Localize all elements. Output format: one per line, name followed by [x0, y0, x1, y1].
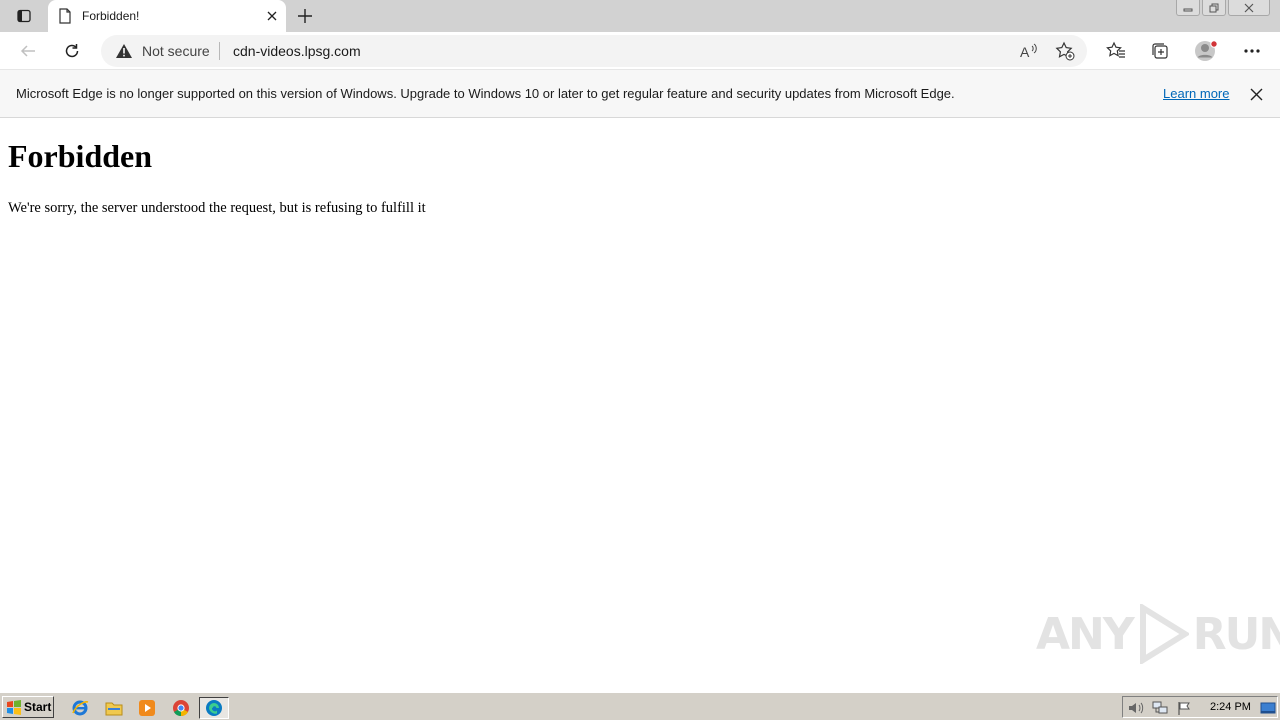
anyrun-watermark: ANY RUN — [1036, 604, 1280, 664]
close-icon — [267, 11, 277, 21]
url-text[interactable]: cdn-videos.lpsg.com — [233, 43, 361, 59]
minimize-icon — [1183, 8, 1193, 11]
action-center-flag-icon[interactable] — [1176, 700, 1192, 716]
tab-actions-icon — [17, 9, 31, 23]
collections-icon — [1152, 43, 1168, 59]
page-message: We're sorry, the server understood the r… — [8, 200, 426, 216]
tab-title: Forbidden! — [82, 9, 140, 23]
start-label: Start — [24, 700, 52, 714]
back-button[interactable] — [12, 35, 44, 67]
more-icon — [1244, 49, 1260, 53]
new-tab-button[interactable] — [292, 3, 318, 29]
clock: 2:24 PM — [1210, 701, 1251, 713]
address-bar[interactable]: Not secure cdn-videos.lpsg.com A — [101, 35, 1087, 67]
security-label[interactable]: Not secure — [142, 43, 210, 59]
chrome-icon[interactable] — [170, 697, 192, 719]
tab-forbidden[interactable]: Forbidden! — [48, 0, 286, 32]
add-favorite-icon[interactable] — [1053, 39, 1077, 63]
watermark-text-left: ANY — [1036, 608, 1135, 660]
browser-toolbar: Not secure cdn-videos.lpsg.com A — [0, 32, 1280, 70]
watermark-text-right: RUN — [1192, 608, 1280, 660]
favorites-button[interactable] — [1100, 35, 1132, 67]
windows-logo-icon — [7, 700, 21, 715]
read-aloud-icon[interactable]: A — [1017, 39, 1041, 63]
close-icon — [1244, 3, 1254, 12]
play-icon — [1139, 604, 1189, 664]
page-heading: Forbidden — [8, 138, 153, 174]
internet-explorer-icon[interactable] — [69, 697, 91, 719]
system-tray: 2:24 PM — [1122, 696, 1278, 718]
svg-text:A: A — [1020, 44, 1030, 59]
refresh-icon — [65, 44, 79, 58]
close-icon — [1250, 88, 1262, 100]
refresh-button[interactable] — [56, 35, 88, 67]
volume-icon[interactable] — [1128, 700, 1144, 716]
title-bar: Forbidden! — [0, 0, 1280, 32]
collections-button[interactable] — [1144, 35, 1176, 67]
taskbar: Start 2:24 PM — [0, 692, 1280, 720]
restore-button[interactable] — [1202, 0, 1226, 16]
folder-icon[interactable] — [103, 697, 125, 719]
start-button[interactable]: Start — [2, 696, 54, 718]
warning-icon[interactable] — [115, 43, 133, 63]
infobar-close-button[interactable] — [1245, 83, 1267, 105]
edge-icon[interactable] — [199, 697, 229, 719]
window-controls — [1176, 0, 1270, 16]
profile-button[interactable] — [1190, 35, 1222, 67]
tab-close-button[interactable] — [258, 2, 286, 30]
plus-icon — [298, 9, 312, 23]
address-divider — [219, 42, 220, 60]
learn-more-link[interactable]: Learn more — [1163, 86, 1229, 101]
unsupported-os-infobar: Microsoft Edge is no longer supported on… — [0, 70, 1280, 118]
page-icon — [59, 8, 71, 24]
infobar-message: Microsoft Edge is no longer supported on… — [16, 86, 955, 101]
tab-actions-button[interactable] — [8, 4, 40, 28]
favorites-icon — [1106, 41, 1125, 58]
back-arrow-icon — [20, 45, 35, 57]
avatar-icon — [1195, 40, 1218, 61]
restore-icon — [1209, 3, 1219, 12]
media-player-icon[interactable] — [136, 697, 158, 719]
window-close-button[interactable] — [1228, 0, 1270, 16]
network-icon[interactable] — [1152, 700, 1168, 716]
show-desktop-icon[interactable] — [1260, 700, 1276, 716]
settings-more-button[interactable] — [1236, 35, 1268, 67]
minimize-button[interactable] — [1176, 0, 1200, 16]
